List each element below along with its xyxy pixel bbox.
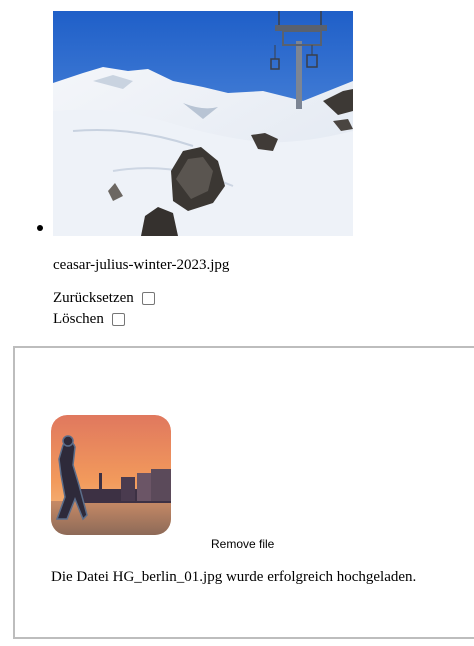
list-bullet [37, 225, 43, 231]
uploaded-file-thumbnail [51, 415, 171, 535]
reset-option: Zurücksetzen [53, 289, 155, 307]
reset-checkbox[interactable] [141, 291, 155, 305]
reset-label: Zurücksetzen [53, 290, 134, 306]
existing-file-name: ceasar-julius-winter-2023.jpg [53, 257, 230, 273]
ski-slope-image [53, 11, 353, 236]
delete-checkbox[interactable] [111, 312, 125, 326]
delete-label: Löschen [53, 311, 104, 327]
upload-success-message: Die Datei HG_berlin_01.jpg wurde erfolgr… [51, 569, 417, 585]
remove-file-link[interactable]: Remove file [211, 536, 274, 552]
delete-option: Löschen [53, 310, 125, 328]
